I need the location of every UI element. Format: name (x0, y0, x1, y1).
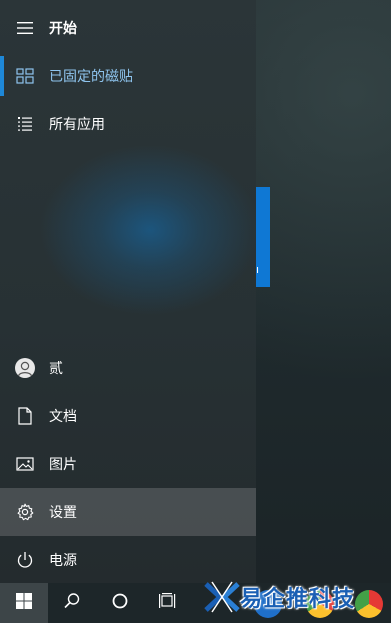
live-tile-label: ı (256, 263, 260, 276)
documents-item[interactable]: 文档 (0, 392, 256, 440)
start-menu-title: 开始 (49, 21, 77, 37)
settings-label: 设置 (49, 505, 77, 521)
nav-item-pinned-tiles[interactable]: 已固定的磁贴 (0, 52, 256, 100)
user-account-item[interactable]: 贰 (0, 344, 256, 392)
cortana-button[interactable] (96, 583, 144, 623)
taskbar-app-icon[interactable] (355, 590, 383, 618)
nav-item-all-apps-label: 所有应用 (49, 117, 105, 133)
taskbar-app-icon[interactable] (306, 590, 334, 618)
list-icon (15, 114, 35, 134)
start-menu-header[interactable]: 开始 (0, 4, 256, 52)
selected-indicator (0, 56, 4, 96)
nav-item-pinned-tiles-label: 已固定的磁贴 (49, 69, 133, 85)
document-icon (15, 406, 35, 426)
pictures-label: 图片 (49, 457, 77, 473)
power-label: 电源 (49, 553, 77, 569)
taskbar-app-icon[interactable] (254, 590, 282, 618)
start-button[interactable] (0, 583, 48, 623)
cortana-circle-icon (111, 592, 129, 614)
task-view-button[interactable] (144, 583, 192, 623)
power-item[interactable]: 电源 (0, 536, 256, 584)
picture-icon (15, 454, 35, 474)
documents-label: 文档 (49, 409, 77, 425)
start-menu: 开始 已固定的磁贴 所有应用 贰 文档 图片 设置 电源 (0, 0, 256, 583)
hamburger-icon[interactable] (15, 18, 35, 38)
gear-icon (15, 502, 35, 522)
user-name-label: 贰 (49, 361, 63, 377)
search-icon (63, 592, 81, 614)
desktop: 开始 已固定的磁贴 所有应用 贰 文档 图片 设置 电源 ı 易企推科技 (0, 0, 391, 623)
pictures-item[interactable]: 图片 (0, 440, 256, 488)
tiles-icon (15, 66, 35, 86)
settings-item[interactable]: 设置 (0, 488, 256, 536)
search-button[interactable] (48, 583, 96, 623)
user-avatar-icon (15, 358, 35, 378)
live-tile[interactable]: ı (256, 187, 270, 287)
power-icon (15, 550, 35, 570)
task-view-icon (158, 592, 178, 614)
nav-item-all-apps[interactable]: 所有应用 (0, 100, 256, 148)
windows-logo-icon (15, 592, 33, 614)
